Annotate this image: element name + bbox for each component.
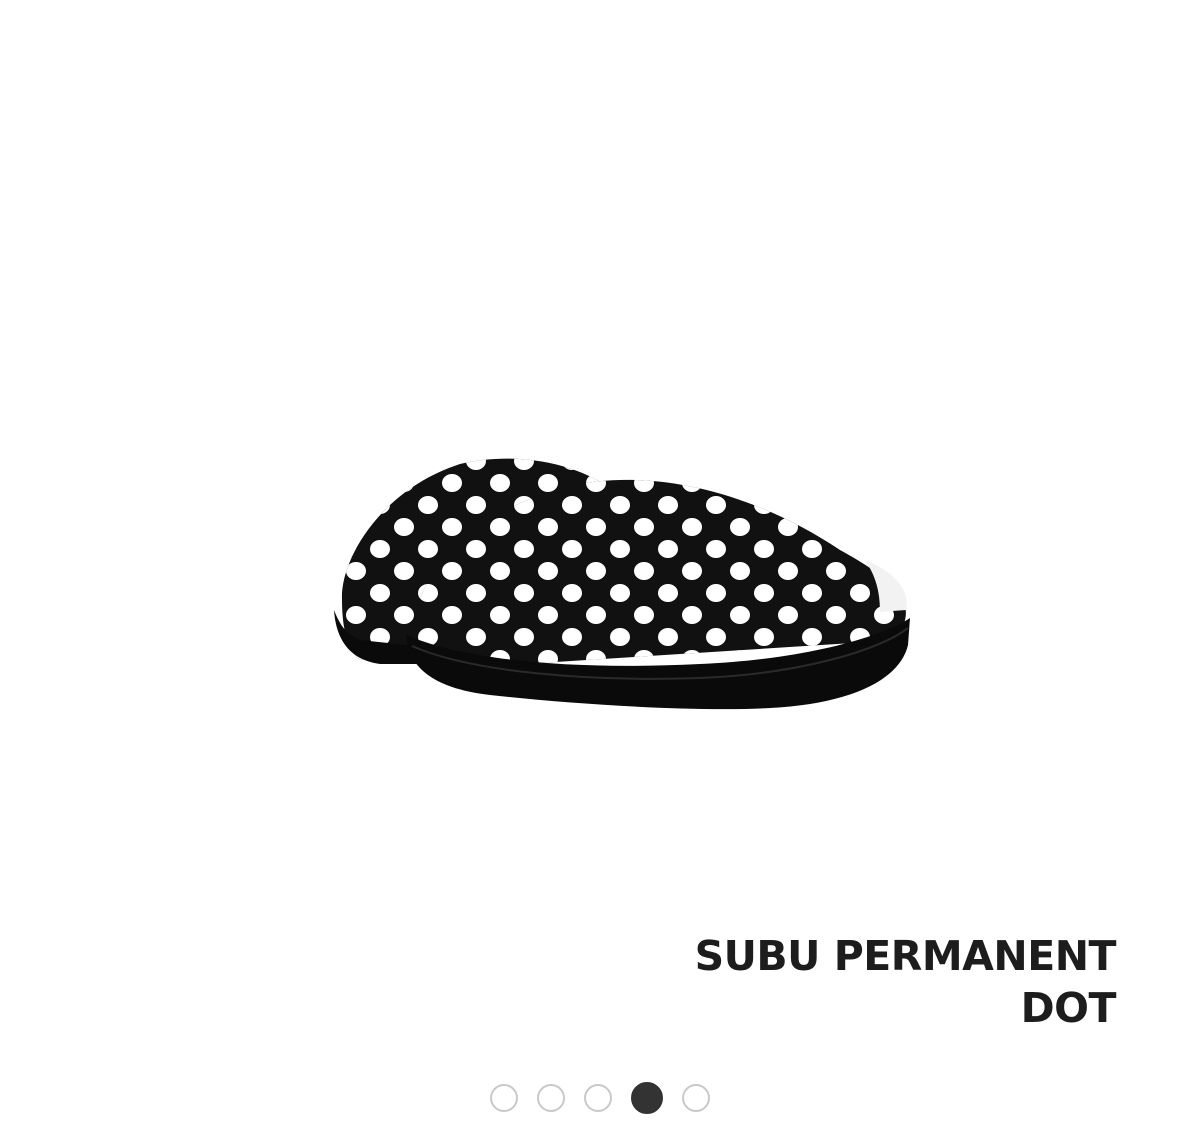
- carousel-pagination: [0, 1082, 1200, 1116]
- polka-dot-slipper-image: [334, 458, 910, 710]
- carousel-dot-3[interactable]: [584, 1084, 612, 1112]
- product-title-line2: DOT: [1020, 984, 1117, 1032]
- product-title-line1: SUBU PERMANENT: [694, 932, 1117, 980]
- product-title: SUBU PERMANENT DOT: [516, 930, 1117, 1034]
- carousel-dot-5[interactable]: [682, 1084, 710, 1112]
- carousel-dot-4[interactable]: [631, 1082, 663, 1114]
- carousel-dot-1[interactable]: [490, 1084, 518, 1112]
- product-slide[interactable]: SUBU PERMANENT DOT: [0, 0, 1200, 1060]
- carousel-dot-2[interactable]: [537, 1084, 565, 1112]
